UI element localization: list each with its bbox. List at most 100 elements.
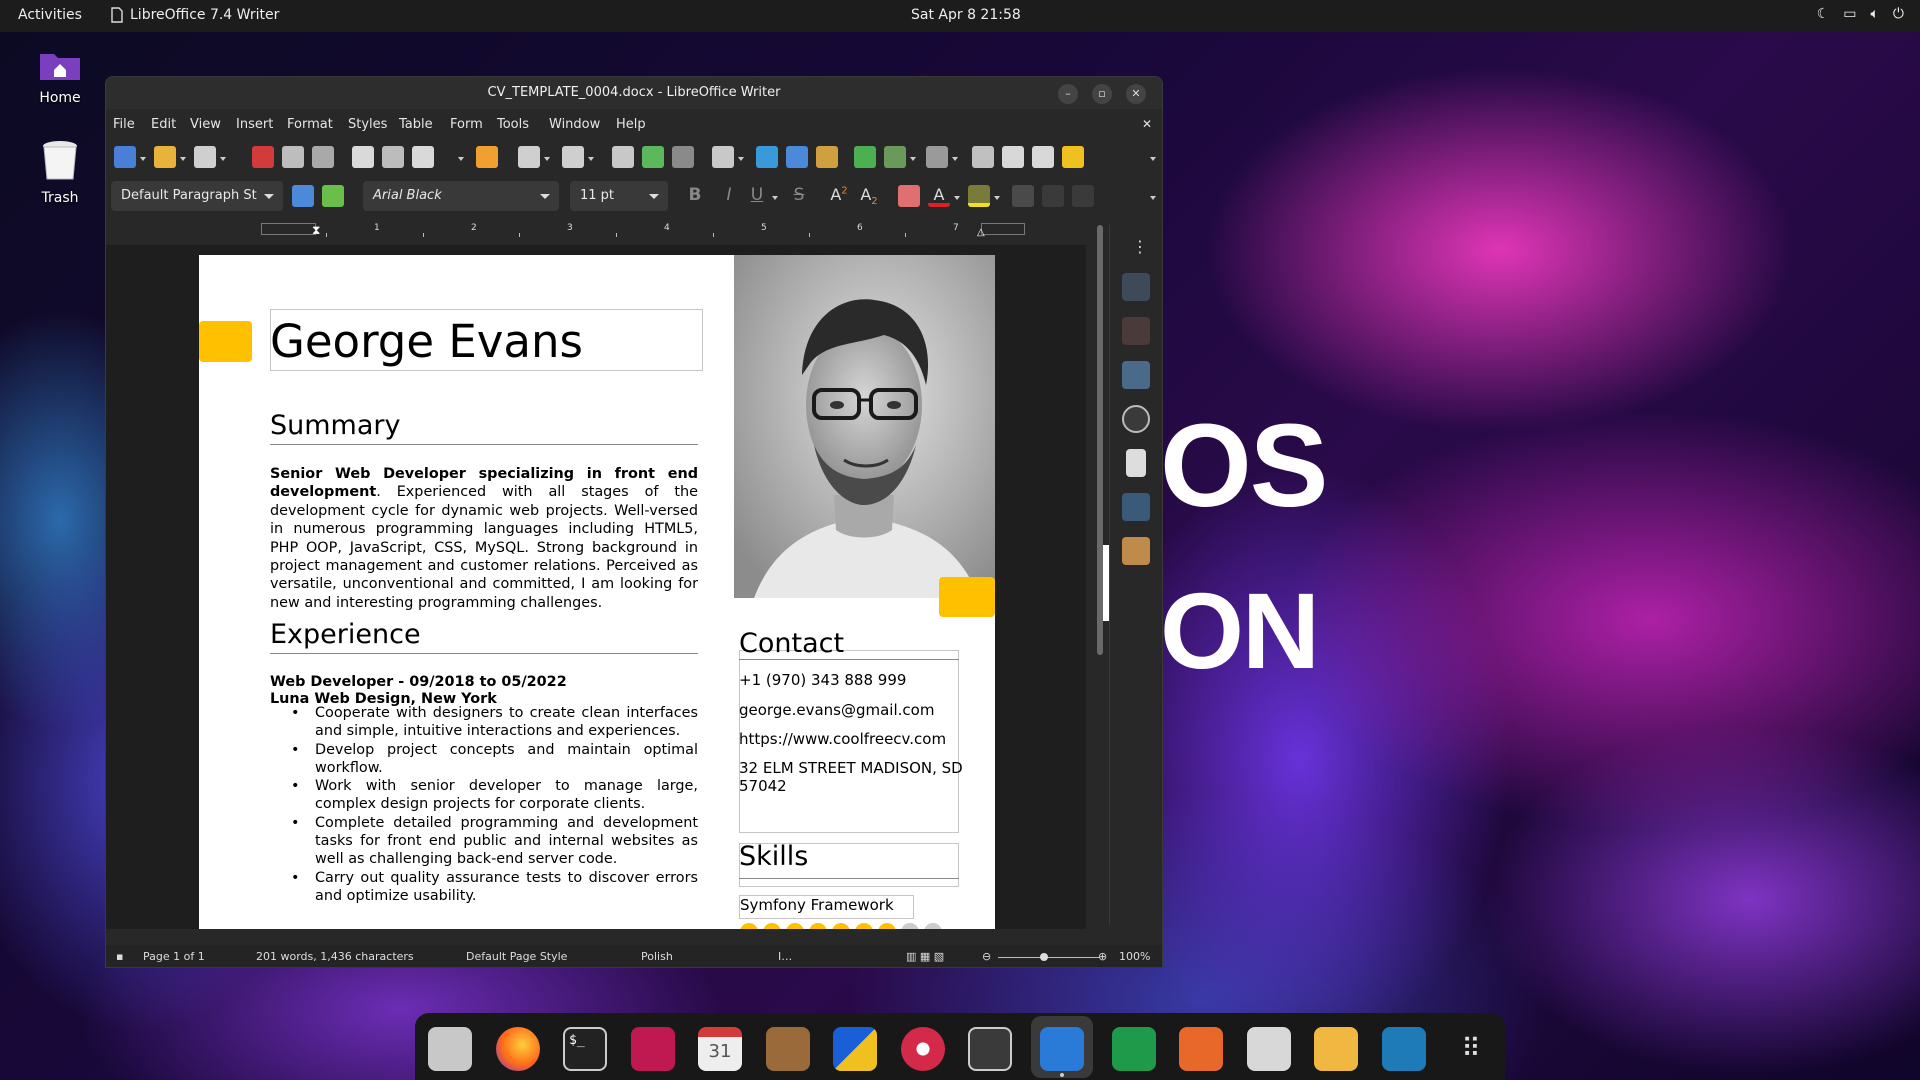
strikethrough-icon[interactable]: S bbox=[788, 185, 810, 207]
underline-dropdown-icon[interactable] bbox=[772, 196, 778, 200]
zoom-level[interactable]: 100% bbox=[1119, 950, 1150, 963]
style-inspector-icon[interactable] bbox=[1122, 493, 1150, 521]
skill-name[interactable]: Symfony Framework bbox=[740, 896, 894, 914]
zoom-slider[interactable] bbox=[998, 957, 1100, 958]
firefox-icon[interactable] bbox=[496, 1027, 540, 1071]
writer-icon[interactable] bbox=[1040, 1027, 1084, 1071]
subscript-icon[interactable]: A2 bbox=[858, 185, 880, 207]
open-icon[interactable] bbox=[154, 146, 176, 168]
menu-form[interactable]: Form bbox=[450, 117, 483, 132]
menu-view[interactable]: View bbox=[190, 117, 221, 132]
document-canvas[interactable]: George Evans Summary Senior Web Develope… bbox=[106, 245, 1086, 929]
desktop-home[interactable]: Home bbox=[20, 50, 100, 106]
export-pdf-icon[interactable] bbox=[252, 146, 274, 168]
calendar-icon[interactable]: 31 bbox=[698, 1027, 742, 1071]
paste-dropdown-icon[interactable] bbox=[458, 157, 464, 161]
new-document-icon[interactable] bbox=[114, 146, 136, 168]
contact-website[interactable]: https://www.coolfreecv.com bbox=[739, 730, 946, 748]
summary-paragraph[interactable]: Senior Web Developer specializing in fro… bbox=[270, 465, 698, 612]
font-color-icon[interactable]: A bbox=[928, 185, 950, 207]
indent-marker-icon[interactable]: ⧗ bbox=[312, 223, 320, 238]
job-heading[interactable]: Web Developer - 09/2018 to 05/2022 Luna … bbox=[270, 674, 567, 708]
list-item[interactable]: Cooperate with designers to create clean… bbox=[289, 704, 698, 741]
font-size-combo[interactable]: 11 pt bbox=[570, 181, 668, 211]
list-item[interactable]: Work with senior developer to manage lar… bbox=[289, 777, 698, 814]
manage-changes-icon[interactable] bbox=[1122, 537, 1150, 565]
toolbar-overflow-icon[interactable] bbox=[1150, 196, 1156, 200]
align-left-icon[interactable] bbox=[1012, 185, 1034, 207]
experience-heading[interactable]: Experience bbox=[270, 619, 421, 650]
summary-heading[interactable]: Summary bbox=[270, 410, 400, 441]
formatting-marks-icon[interactable] bbox=[672, 146, 694, 168]
list-item[interactable]: Develop project concepts and maintain op… bbox=[289, 741, 698, 778]
list-item[interactable]: Complete detailed programming and develo… bbox=[289, 814, 698, 869]
app-grid-icon[interactable]: ⠿ bbox=[1449, 1027, 1493, 1071]
horizontal-ruler[interactable]: 1 2 3 4 5 6 7 ⧗ △ bbox=[198, 223, 1098, 241]
menu-format[interactable]: Format bbox=[287, 117, 333, 132]
profile-photo[interactable] bbox=[734, 255, 995, 598]
styles-icon[interactable] bbox=[1122, 317, 1150, 345]
word-count[interactable]: 201 words, 1,436 characters bbox=[256, 950, 414, 963]
save-icon[interactable] bbox=[194, 146, 216, 168]
contacts-icon[interactable] bbox=[766, 1027, 810, 1071]
copy-icon[interactable] bbox=[382, 146, 404, 168]
person-name[interactable]: George Evans bbox=[270, 315, 583, 368]
settings-icon[interactable] bbox=[1382, 1027, 1426, 1071]
system-tray[interactable]: ☾ ▭ 🔈︎ ⏻ bbox=[1817, 6, 1904, 22]
right-indent-marker-icon[interactable]: △ bbox=[977, 227, 985, 238]
navigator-icon[interactable] bbox=[1122, 405, 1150, 433]
comment-icon[interactable] bbox=[1032, 146, 1054, 168]
page-count[interactable]: Page 1 of 1 bbox=[143, 950, 205, 963]
print-icon[interactable] bbox=[282, 146, 304, 168]
menu-table[interactable]: Table bbox=[399, 117, 433, 132]
software-icon[interactable] bbox=[1247, 1027, 1291, 1071]
extensions-icon[interactable] bbox=[1062, 146, 1084, 168]
undo-dropdown-icon[interactable] bbox=[544, 157, 550, 161]
paste-icon[interactable] bbox=[412, 146, 434, 168]
font-name-combo[interactable]: Arial Black bbox=[363, 181, 559, 211]
page-style[interactable]: Default Page Style bbox=[466, 950, 567, 963]
find-replace-icon[interactable] bbox=[612, 146, 634, 168]
spelling-icon[interactable] bbox=[642, 146, 664, 168]
gallery-icon[interactable] bbox=[1122, 361, 1150, 389]
update-style-icon[interactable] bbox=[292, 185, 314, 207]
clear-formatting-icon[interactable] bbox=[898, 185, 920, 207]
impress-icon[interactable] bbox=[1179, 1027, 1223, 1071]
print-preview-icon[interactable] bbox=[312, 146, 334, 168]
font-color-dropdown-icon[interactable] bbox=[954, 196, 960, 200]
insert-textbox-icon[interactable] bbox=[816, 146, 838, 168]
skills-heading[interactable]: Skills bbox=[739, 841, 808, 872]
contact-phone[interactable]: +1 (970) 343 888 999 bbox=[739, 671, 906, 689]
title-bar[interactable]: CV_TEMPLATE_0004.docx - LibreOffice Writ… bbox=[106, 77, 1162, 109]
close-document-icon[interactable]: ✕ bbox=[1142, 117, 1152, 131]
open-dropdown-icon[interactable] bbox=[180, 157, 186, 161]
insert-field-icon[interactable] bbox=[884, 146, 906, 168]
close-button[interactable]: ✕ bbox=[1126, 84, 1146, 104]
undo-icon[interactable] bbox=[518, 146, 540, 168]
terminal-icon[interactable]: $_ bbox=[563, 1027, 607, 1071]
field-dropdown-icon[interactable] bbox=[910, 157, 916, 161]
toolbar-overflow-icon[interactable] bbox=[1150, 157, 1156, 161]
document-icon[interactable]: ▪ bbox=[116, 950, 123, 963]
media-player-icon[interactable] bbox=[833, 1027, 877, 1071]
calc-icon[interactable] bbox=[1112, 1027, 1156, 1071]
menu-styles[interactable]: Styles bbox=[348, 117, 387, 132]
contact-email[interactable]: george.evans@gmail.com bbox=[739, 701, 934, 719]
desktop-trash[interactable]: Trash bbox=[20, 138, 100, 206]
contact-address-zip[interactable]: 57042 bbox=[739, 777, 787, 795]
minimize-button[interactable]: – bbox=[1058, 84, 1078, 104]
contact-address[interactable]: 32 ELM STREET MADISON, SD bbox=[739, 759, 963, 777]
highlight-icon[interactable] bbox=[968, 185, 990, 207]
sidebar-menu-icon[interactable]: ⋮ bbox=[1132, 237, 1148, 256]
properties-icon[interactable] bbox=[1122, 273, 1150, 301]
document-page[interactable]: George Evans Summary Senior Web Develope… bbox=[199, 255, 995, 929]
new-dropdown-icon[interactable] bbox=[140, 157, 146, 161]
insert-mode-icon[interactable]: I… bbox=[778, 950, 792, 963]
table-dropdown-icon[interactable] bbox=[738, 157, 744, 161]
mail-icon[interactable] bbox=[1314, 1027, 1358, 1071]
app-menu[interactable]: LibreOffice 7.4 Writer bbox=[110, 7, 279, 23]
special-char-dropdown-icon[interactable] bbox=[952, 157, 958, 161]
menu-insert[interactable]: Insert bbox=[236, 117, 273, 132]
clone-formatting-icon[interactable] bbox=[476, 146, 498, 168]
save-dropdown-icon[interactable] bbox=[220, 157, 226, 161]
